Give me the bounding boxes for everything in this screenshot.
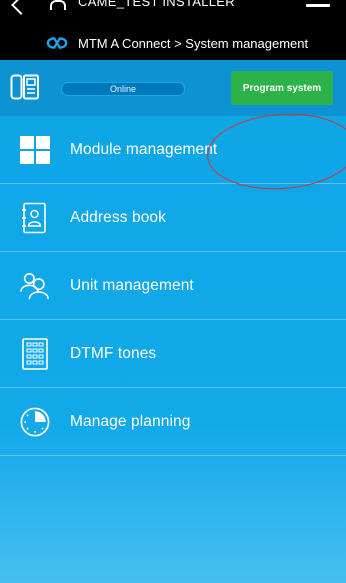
menu-item-label: Manage planning <box>70 412 191 430</box>
app-header: CAME_TEST INSTALLER MTM A Connect > Syst… <box>0 0 346 60</box>
home-icon[interactable] <box>50 0 66 10</box>
connection-status-badge: Online <box>61 82 185 96</box>
clock-icon <box>20 407 50 437</box>
app-screen: CAME_TEST INSTALLER MTM A Connect > Syst… <box>0 0 346 583</box>
address-book-icon <box>20 202 50 233</box>
menu-item-dtmf-tones[interactable]: DTMF tones <box>0 320 346 388</box>
keypad-icon <box>20 337 50 370</box>
menu-item-label: Module management <box>70 140 218 158</box>
breadcrumb-text: MTM A Connect > System management <box>78 35 309 51</box>
intercom-device-icon <box>10 74 39 100</box>
system-menu-list: Module management Address book Unit mana… <box>0 116 346 456</box>
users-icon <box>20 271 50 301</box>
connection-status-text: Online <box>109 84 136 94</box>
program-system-button[interactable]: Program system <box>231 71 333 105</box>
main-panel: Online Program system Module management <box>0 60 346 583</box>
menu-item-unit-management[interactable]: Unit management <box>0 252 346 320</box>
menu-item-address-book[interactable]: Address book <box>0 184 346 252</box>
menu-item-label: Unit management <box>70 276 194 294</box>
grid-icon <box>20 135 50 165</box>
hamburger-menu-icon[interactable] <box>306 4 330 7</box>
breadcrumb: MTM A Connect > System management <box>46 33 308 53</box>
system-status-bar: Online Program system <box>0 60 346 116</box>
menu-item-manage-planning[interactable]: Manage planning <box>0 388 346 456</box>
installer-name: CAME_TEST INSTALLER <box>78 0 235 9</box>
header-top-row: CAME_TEST INSTALLER <box>0 0 346 15</box>
came-logo-icon <box>46 37 68 49</box>
menu-item-label: DTMF tones <box>70 344 157 362</box>
menu-item-module-management[interactable]: Module management <box>0 116 346 184</box>
back-arrow-icon[interactable] <box>11 0 31 15</box>
menu-item-label: Address book <box>70 208 166 226</box>
